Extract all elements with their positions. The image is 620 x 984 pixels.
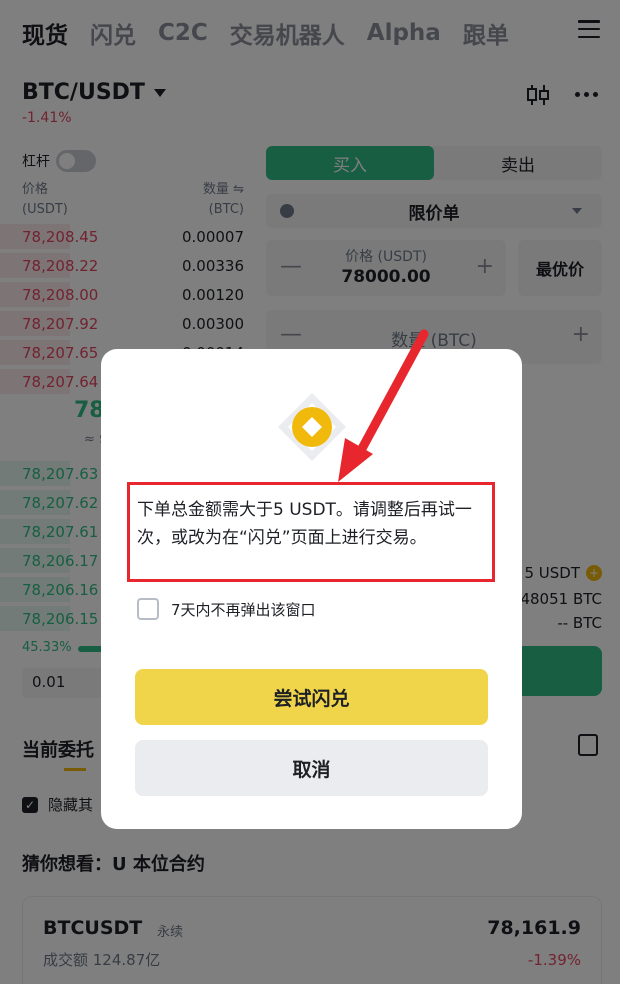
convert-logo-icon — [278, 393, 346, 461]
dont-show-again-label: 7天内不再弹出该窗口 — [171, 600, 316, 619]
dont-show-again[interactable]: 7天内不再弹出该窗口 — [137, 598, 316, 620]
checkbox-unchecked-icon[interactable] — [137, 598, 159, 620]
min-order-dialog: 下单总金额需大于5 USDT。请调整后再试一次，或改为在“闪兑”页面上进行交易。… — [101, 349, 522, 829]
dialog-message: 下单总金额需大于5 USDT。请调整后再试一次，或改为在“闪兑”页面上进行交易。 — [137, 500, 472, 548]
cancel-button[interactable]: 取消 — [135, 740, 488, 796]
try-convert-button[interactable]: 尝试闪兑 — [135, 669, 488, 725]
